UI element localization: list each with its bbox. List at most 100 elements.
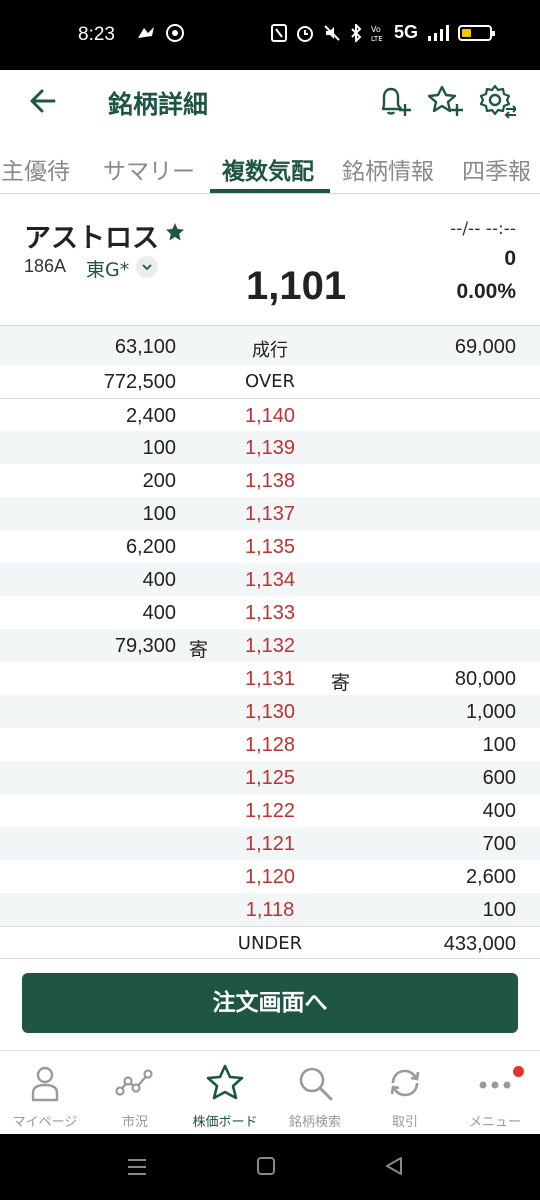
ask-row[interactable]: 100 1,139 <box>0 431 540 464</box>
ask-price: 1,135 <box>244 536 296 558</box>
nav-mypage[interactable]: マイページ <box>0 1051 90 1135</box>
nav-label: 市況 <box>121 1115 148 1130</box>
ask-row[interactable]: 400 1,133 <box>0 596 540 629</box>
app-header: 銘柄詳細 <box>0 70 540 132</box>
nav-label: 取引 <box>391 1115 418 1130</box>
chevron-down-icon <box>142 264 152 271</box>
battery-icon <box>458 24 495 41</box>
market-sell-qty: 63,100 <box>114 336 176 358</box>
ask-qty: 200 <box>142 470 176 492</box>
order-book: 63,100 成行 69,000 772,500 OVER 2,400 1,14… <box>0 325 540 959</box>
bid-row[interactable]: 1,130 1,000 <box>0 695 540 728</box>
nav-label: マイページ <box>12 1115 78 1130</box>
tab-shareholder-benefits[interactable]: 株主優待 <box>0 152 70 186</box>
mute-icon <box>324 24 340 41</box>
under-label: UNDER <box>237 933 303 954</box>
bid-row[interactable]: 1,128 100 <box>0 728 540 761</box>
ask-qty: 400 <box>142 569 176 591</box>
notification-dot <box>513 1066 524 1077</box>
ask-row[interactable]: 6,200 1,135 <box>0 530 540 563</box>
order-screen-button[interactable]: 注文画面へ <box>22 973 518 1033</box>
back-triangle-icon[interactable] <box>383 1155 405 1177</box>
tab-stock-info[interactable]: 銘柄情報 <box>342 152 434 186</box>
svg-text:LTE: LTE <box>371 35 383 42</box>
more-icon <box>479 1081 511 1089</box>
over-qty: 772,500 <box>103 371 176 393</box>
nav-label: 銘柄検索 <box>288 1115 341 1130</box>
current-price: 1,101 <box>246 264 347 308</box>
bid-row[interactable]: 1,122 400 <box>0 794 540 827</box>
nav-stock-board[interactable]: 株価ボード <box>180 1051 270 1135</box>
nfc-icon <box>270 23 287 42</box>
person-icon <box>31 1066 59 1102</box>
chrome-icon <box>166 24 184 42</box>
status-app-icons <box>136 24 184 42</box>
ask-row[interactable]: 2,400 1,140 <box>0 398 540 431</box>
network-type: 5G <box>393 22 418 42</box>
tab-order-book[interactable]: 複数気配 <box>222 152 314 186</box>
chart-line-icon <box>115 1069 153 1096</box>
home-square-icon[interactable] <box>256 1156 276 1176</box>
ask-qty: 6,200 <box>125 536 176 558</box>
bid-qty: 700 <box>482 833 516 855</box>
bid-row[interactable]: 1,121 700 <box>0 827 540 860</box>
nav-stock-search[interactable]: 銘柄検索 <box>270 1051 360 1135</box>
stock-code: 186A <box>24 256 67 276</box>
tab-bar: 株主優待 サマリー 複数気配 銘柄情報 四季報 <box>0 138 540 194</box>
bid-price: 1,118 <box>245 899 295 921</box>
quote-time: --/-- --:-- <box>450 219 516 239</box>
ask-price: 1,139 <box>244 437 296 459</box>
market-order-label: 成行 <box>252 340 288 361</box>
bid-row[interactable]: 1,131 寄 80,000 <box>0 662 540 695</box>
bid-price: 1,130 <box>244 701 296 723</box>
bid-qty: 2,600 <box>465 866 516 888</box>
ask-row[interactable]: 79,300 寄 1,132 <box>0 629 540 662</box>
bid-price: 1,120 <box>244 866 296 888</box>
bid-price: 1,131 <box>244 668 296 690</box>
ask-qty: 2,400 <box>125 405 176 427</box>
ask-row[interactable]: 100 1,137 <box>0 497 540 530</box>
bid-qty: 100 <box>482 734 516 756</box>
market-dropdown[interactable] <box>136 256 158 278</box>
ask-price: 1,133 <box>244 602 296 624</box>
price-change-percent: 0.00% <box>456 280 516 303</box>
system-nav-bar <box>0 1134 540 1200</box>
ask-row[interactable]: 200 1,138 <box>0 464 540 497</box>
bid-row[interactable]: 1,125 600 <box>0 761 540 794</box>
market-buy-qty: 69,000 <box>454 336 516 358</box>
bid-price: 1,128 <box>244 734 296 756</box>
nav-menu[interactable]: メニュー <box>450 1051 540 1135</box>
app-notification-icon <box>138 27 154 38</box>
ask-qty: 100 <box>142 503 176 525</box>
search-icon <box>299 1067 333 1101</box>
ask-price: 1,132 <box>244 635 296 657</box>
bid-qty: 1,000 <box>465 701 516 723</box>
under-qty: 433,000 <box>443 933 516 955</box>
bid-row[interactable]: 1,118 100 <box>0 893 540 926</box>
tab-shikiho[interactable]: 四季報 <box>462 152 531 186</box>
status-time: 8:23 <box>78 24 115 45</box>
bid-qty: 80,000 <box>454 668 516 690</box>
bid-price: 1,121 <box>244 833 296 855</box>
nav-trade[interactable]: 取引 <box>360 1051 450 1135</box>
back-arrow-icon[interactable] <box>26 84 60 118</box>
add-favorite-star-icon[interactable] <box>426 82 464 120</box>
ask-row[interactable]: 400 1,134 <box>0 563 540 596</box>
over-row: 772,500 OVER <box>0 365 540 398</box>
star-icon <box>206 1064 244 1100</box>
nav-market[interactable]: 市況 <box>90 1051 180 1135</box>
signal-icon <box>428 24 449 41</box>
market-label[interactable]: 東G* <box>86 255 129 282</box>
bid-price: 1,125 <box>244 767 296 789</box>
recents-menu-icon[interactable] <box>126 1156 148 1178</box>
bid-qty: 100 <box>482 899 516 921</box>
bid-qty: 600 <box>482 767 516 789</box>
stock-name: アストロス <box>24 223 159 254</box>
add-alert-bell-icon[interactable] <box>375 82 413 120</box>
bid-row[interactable]: 1,120 2,600 <box>0 860 540 893</box>
nav-label: メニュー <box>468 1115 521 1130</box>
alarm-icon <box>296 25 313 42</box>
tab-summary[interactable]: サマリー <box>103 152 195 186</box>
settings-gear-icon[interactable] <box>478 82 516 120</box>
favorite-star-icon[interactable] <box>164 221 186 243</box>
